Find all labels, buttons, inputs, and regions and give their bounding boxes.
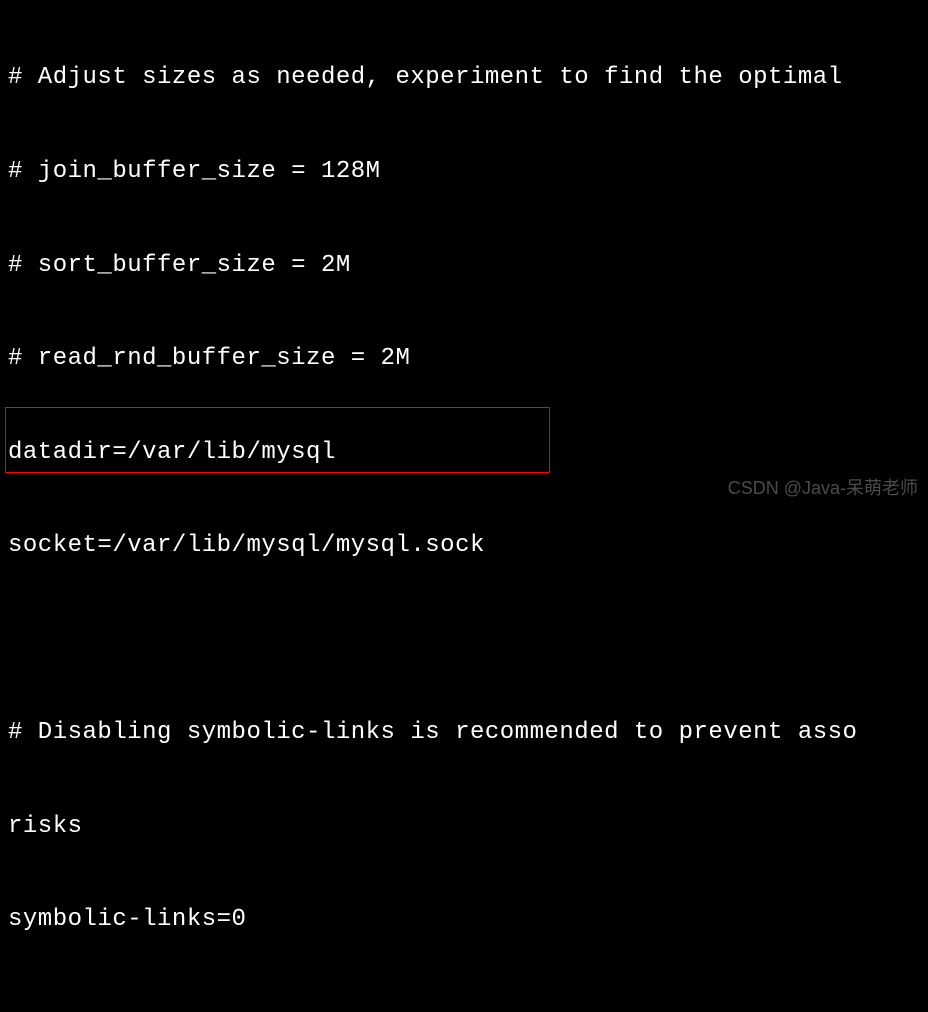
config-line-datadir: datadir=/var/lib/mysql [8,437,920,468]
config-line-comment: # Adjust sizes as needed, experiment to … [8,62,920,93]
terminal-editor[interactable]: # Adjust sizes as needed, experiment to … [0,0,928,1012]
config-line-symbolic: symbolic-links=0 [8,904,920,935]
config-line-comment: # read_rnd_buffer_size = 2M [8,343,920,374]
config-line-comment: # Disabling symbolic-links is recommende… [8,717,920,748]
config-line-comment: risks [8,811,920,842]
config-line-comment: # sort_buffer_size = 2M [8,250,920,281]
watermark-text: CSDN @Java-呆萌老师 [728,477,918,500]
config-line-blank [8,998,920,1012]
config-line-comment: # join_buffer_size = 128M [8,156,920,187]
config-line-socket: socket=/var/lib/mysql/mysql.sock [8,530,920,561]
config-line-blank [8,624,920,655]
